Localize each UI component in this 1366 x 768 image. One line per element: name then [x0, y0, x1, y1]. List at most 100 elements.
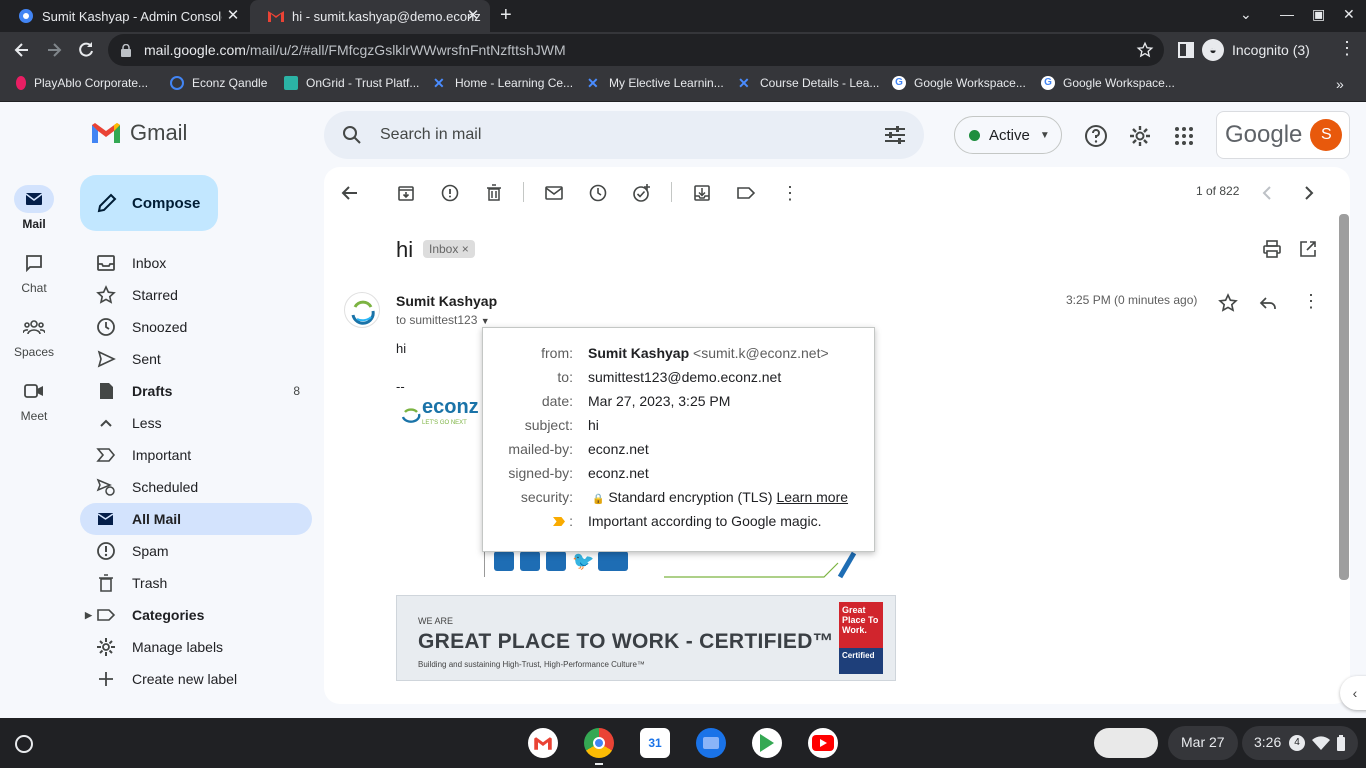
bookmark-item[interactable]: Econz Qandle — [170, 76, 267, 90]
linkedin-icon[interactable] — [546, 551, 566, 571]
chevron-right-icon[interactable] — [1298, 183, 1318, 203]
back-icon[interactable] — [12, 40, 32, 60]
account-switcher[interactable]: Google S — [1216, 111, 1350, 159]
minimize-icon[interactable]: — — [1280, 6, 1294, 22]
more-bookmarks-icon[interactable]: » — [1336, 76, 1344, 92]
chevron-left-icon[interactable] — [1258, 183, 1278, 203]
forward-icon[interactable] — [44, 40, 64, 60]
nav-less[interactable]: Less — [80, 407, 312, 439]
archive-icon[interactable] — [396, 183, 416, 203]
tab-admin-console[interactable]: Sumit Kashyap - Admin Console ✕ — [0, 0, 250, 32]
bookmark-item[interactable]: ✕ Home - Learning Ce... — [433, 76, 573, 90]
settings-gear-icon[interactable] — [1128, 124, 1152, 148]
back-arrow-icon[interactable] — [340, 183, 360, 203]
youtube-icon[interactable] — [598, 551, 628, 571]
expand-arrow-icon[interactable]: ▶ — [85, 610, 92, 621]
chrome-app-icon[interactable] — [584, 728, 614, 758]
nav-manage-labels[interactable]: Manage labels — [80, 631, 312, 663]
files-app-icon[interactable] — [696, 728, 726, 758]
search-icon[interactable] — [342, 125, 362, 145]
delete-icon[interactable] — [484, 183, 504, 203]
reply-icon[interactable] — [1258, 293, 1278, 313]
search-options-icon[interactable] — [884, 125, 906, 145]
learn-more-link[interactable]: Learn more — [776, 489, 848, 505]
apps-grid-icon[interactable] — [1172, 124, 1196, 148]
lock-icon[interactable] — [120, 44, 132, 57]
help-icon[interactable] — [1084, 124, 1108, 148]
mark-unread-icon[interactable] — [544, 183, 564, 203]
launcher-icon[interactable] — [15, 735, 33, 753]
nav-snoozed[interactable]: Snoozed — [80, 311, 312, 343]
calendar-app-icon[interactable]: 31 — [640, 728, 670, 758]
gmail-app-icon[interactable] — [528, 728, 558, 758]
google-logo: Google — [1225, 121, 1303, 148]
bookmark-item[interactable]: ✕ My Elective Learnin... — [587, 76, 724, 90]
bookmark-item[interactable]: ✕ Course Details - Lea... — [738, 76, 879, 90]
close-tab-icon[interactable]: ✕ — [464, 7, 482, 25]
incognito-indicator[interactable]: ◒ Incognito (3) — [1202, 34, 1310, 66]
open-new-window-icon[interactable] — [1298, 239, 1318, 259]
bookmark-item[interactable]: OnGrid - Trust Platf... — [284, 76, 419, 90]
snooze-clock-icon[interactable] — [588, 183, 608, 203]
maximize-icon[interactable]: ▣ — [1312, 6, 1325, 23]
message-more-icon[interactable]: ⋮ — [1302, 291, 1320, 312]
youtube-app-icon[interactable] — [808, 728, 838, 758]
bookmark-label: OnGrid - Trust Platf... — [306, 76, 420, 90]
rail-mail[interactable]: Mail — [0, 185, 68, 231]
address-bar[interactable]: mail.google.com/mail/u/2/#all/FMfcgzGslk… — [108, 34, 1164, 66]
label-icon[interactable] — [736, 183, 756, 203]
side-panel-toggle[interactable]: ‹ — [1340, 676, 1366, 710]
nav-all-mail[interactable]: All Mail — [80, 503, 312, 535]
search-bar[interactable]: Search in mail — [324, 111, 924, 159]
chrome-menu-icon[interactable]: ⋮ — [1338, 38, 1358, 58]
nav-important[interactable]: Important — [80, 439, 312, 471]
rail-chat[interactable]: Chat — [0, 249, 68, 295]
show-details-caret-icon[interactable]: ▼ — [481, 316, 490, 326]
tab-gmail[interactable]: hi - sumit.kashyap@demo.econz ✕ — [250, 0, 490, 32]
twitter-icon[interactable]: 🐦 — [572, 551, 594, 571]
tab-search-icon[interactable]: ⌄ — [1240, 6, 1252, 23]
bookmark-star-icon[interactable] — [1136, 41, 1154, 59]
close-tab-icon[interactable]: ✕ — [224, 7, 242, 25]
reload-icon[interactable] — [76, 40, 96, 60]
nav-sent[interactable]: Sent — [80, 343, 312, 375]
nav-create-label[interactable]: Create new label — [80, 663, 312, 695]
scrollbar-thumb[interactable] — [1339, 214, 1349, 580]
nav-starred[interactable]: Starred — [80, 279, 312, 311]
gptw-banner: WE ARE GREAT PLACE TO WORK - CERTIFIED™ … — [396, 595, 896, 681]
recipient-text: to sumittest123 — [396, 313, 478, 327]
rail-spaces[interactable]: Spaces — [0, 313, 68, 359]
nav-trash[interactable]: Trash — [80, 567, 312, 599]
more-options-icon[interactable]: ⋮ — [780, 183, 800, 203]
add-task-icon[interactable] — [632, 183, 652, 203]
bookmark-item[interactable]: PlayAblo Corporate... — [16, 76, 148, 90]
new-tab-icon[interactable]: + — [500, 4, 512, 27]
report-spam-icon[interactable] — [440, 183, 460, 203]
side-panel-icon[interactable] — [1176, 40, 1196, 60]
status-dropdown[interactable]: Active ▼ — [954, 116, 1062, 154]
avatar[interactable]: S — [1310, 119, 1343, 151]
nav-spam[interactable]: Spam — [80, 535, 312, 567]
nav-inbox[interactable]: Inbox — [80, 247, 312, 279]
compose-button[interactable]: Compose — [80, 175, 218, 231]
sender-name[interactable]: Sumit Kashyap — [396, 293, 497, 309]
nav-categories[interactable]: ▶ Categories — [80, 599, 312, 631]
play-store-icon[interactable] — [752, 728, 782, 758]
rail-meet[interactable]: Meet — [0, 377, 68, 423]
close-window-icon[interactable]: ✕ — [1343, 6, 1355, 23]
search-input[interactable]: Search in mail — [380, 126, 481, 144]
star-icon[interactable] — [1218, 293, 1238, 313]
inbox-label-chip[interactable]: Inbox × — [423, 240, 475, 258]
bookmark-item[interactable]: G Google Workspace... — [892, 76, 1026, 90]
nav-scheduled[interactable]: Scheduled — [80, 471, 312, 503]
sender-avatar[interactable] — [344, 292, 380, 328]
remove-label-icon[interactable]: × — [462, 242, 469, 256]
bookmark-item[interactable]: G Google Workspace... — [1041, 76, 1175, 90]
nav-drafts[interactable]: Drafts 8 — [80, 375, 312, 407]
gmail-logo[interactable]: Gmail — [90, 120, 187, 146]
holding-space-icon[interactable] — [1094, 728, 1158, 758]
facebook-icon[interactable] — [494, 551, 514, 571]
instagram-icon[interactable] — [520, 551, 540, 571]
print-icon[interactable] — [1262, 239, 1282, 259]
move-to-icon[interactable] — [692, 183, 712, 203]
